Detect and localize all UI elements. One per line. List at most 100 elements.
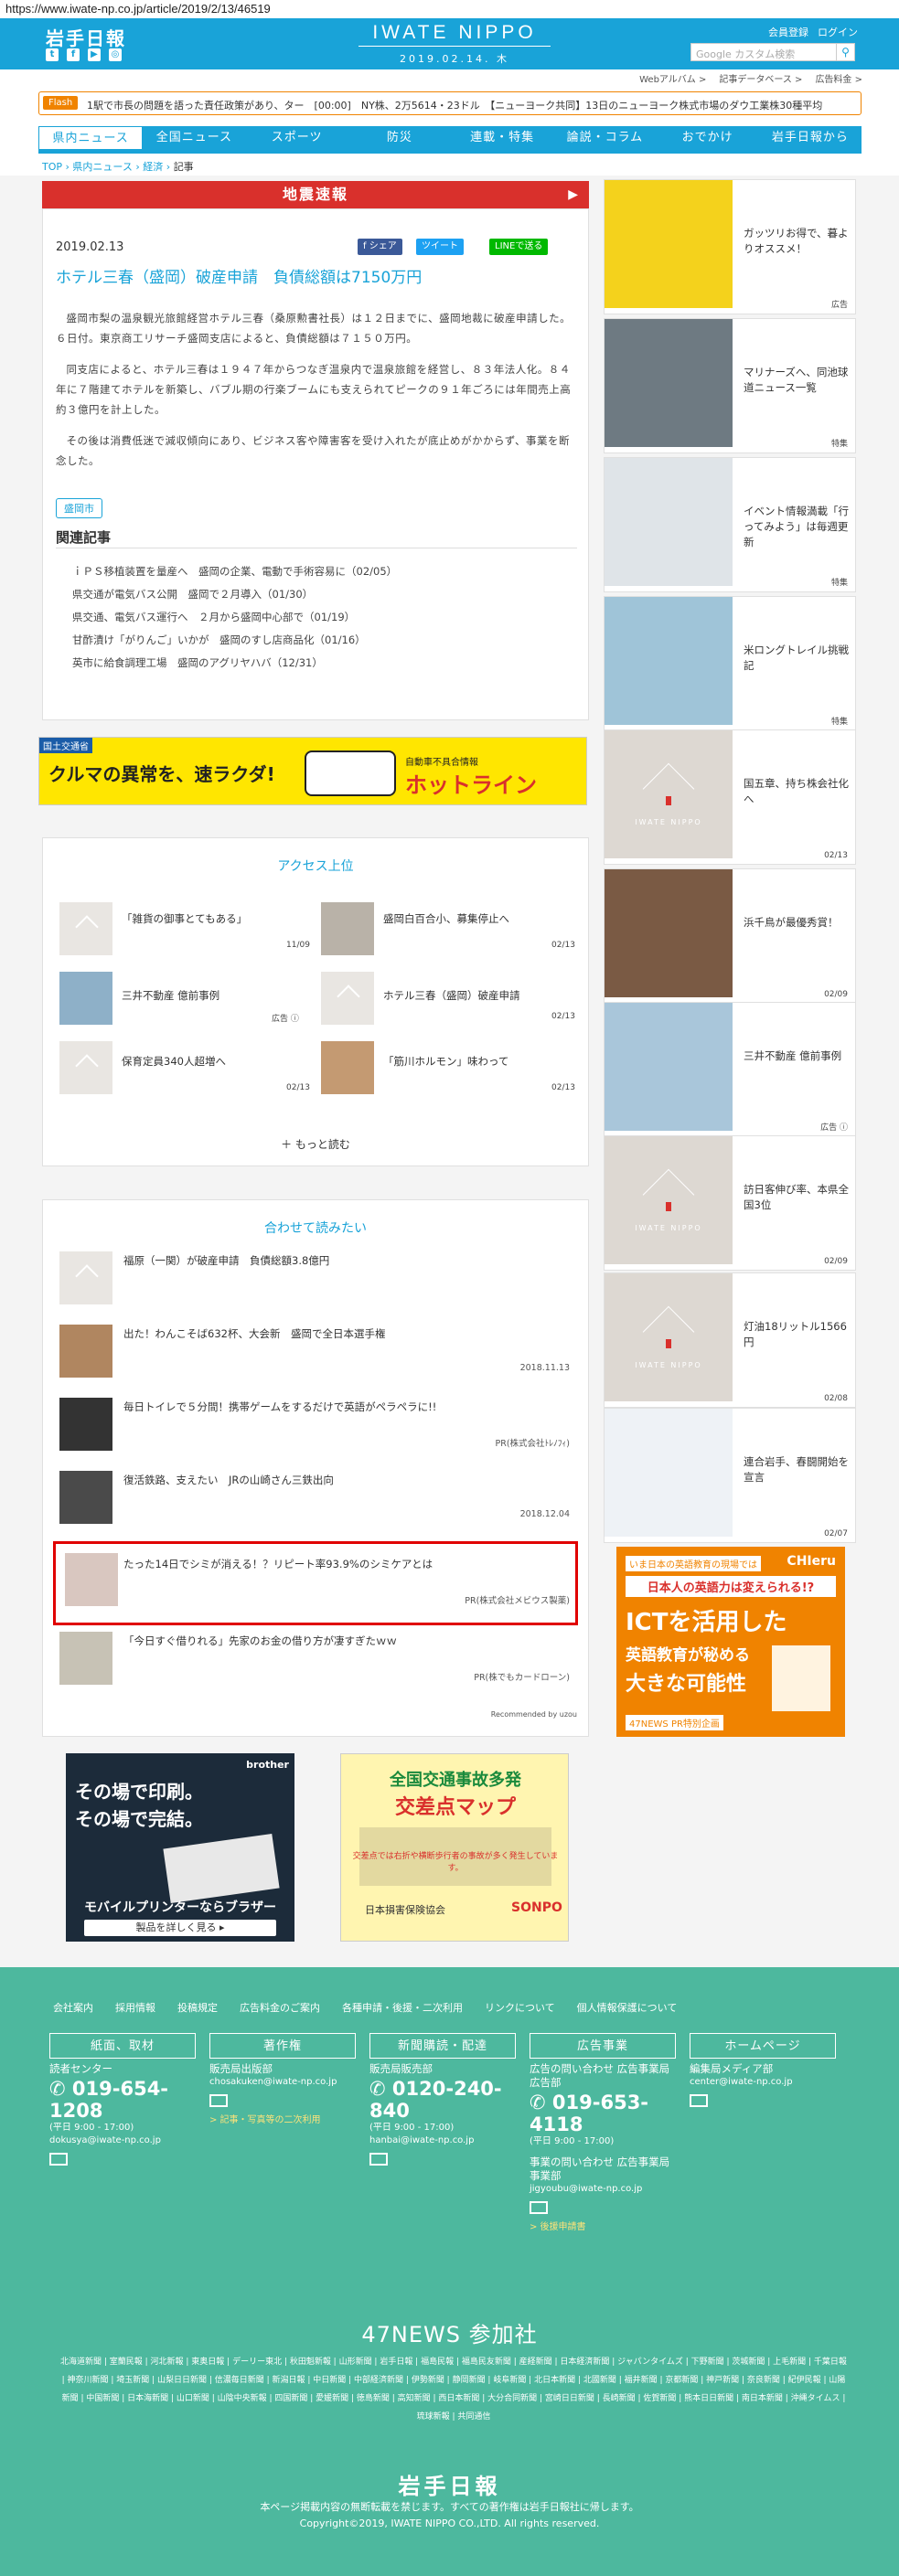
tab-national-news[interactable]: 全国ニュース — [143, 126, 245, 150]
related-link[interactable]: ｉＰＳ移植装置を量産へ 盛岡の企業、電動で手術容易に（02/05） — [72, 560, 397, 583]
breadcrumb-prefecture[interactable]: 県内ニュース — [72, 161, 132, 173]
login-link[interactable]: ログイン — [818, 25, 858, 39]
footer-link[interactable]: 各種申請・後援・二次利用 — [342, 2000, 463, 2015]
chieru-ad[interactable]: いま日本の英語教育の現場では CHIeru 日本人の英語力は変えられる!? IC… — [616, 1547, 845, 1737]
tab-features[interactable]: 連載・特集 — [451, 126, 553, 150]
breadcrumb-current: 記事 — [173, 161, 194, 173]
phone-number[interactable]: ✆ 0120-240-840 — [369, 2078, 516, 2122]
secondary-use-link[interactable]: > 記事・写真等の二次利用 — [209, 2112, 356, 2125]
email-address[interactable]: center@iwate-np.co.jp — [690, 2076, 836, 2089]
tag-morioka[interactable]: 盛岡市 — [56, 498, 102, 518]
recommend-item[interactable]: 出た！わんこそば632杯、大会新 盛岡で全日本選手権 2018.11.13 — [56, 1319, 575, 1385]
email-address[interactable]: jigyoubu@iwate-np.co.jp — [530, 2183, 676, 2196]
sidebar-item[interactable]: マリナーズへ、同池球道ニュース一覧 特集 — [604, 318, 856, 453]
phone-number[interactable]: ✆ 019-653-4118 — [530, 2092, 676, 2135]
sidebar-label: 広告 ⓘ — [820, 1123, 848, 1133]
read-more-button[interactable]: ＋ もっと読む — [43, 1136, 588, 1152]
access-item-title[interactable]: 「雑貨の御事とてもある」 — [122, 911, 247, 926]
sidebar-item[interactable]: 連合岩手、春闘開始を宣言 02/07 — [604, 1408, 856, 1543]
tab-disaster[interactable]: 防災 — [348, 126, 451, 150]
twitter-share-button[interactable]: ツイート — [416, 239, 464, 255]
recommend-item[interactable]: 毎日トイレで５分間！携帯ゲームをするだけで英語がペラペラに!! PR(株式会社ﾄ… — [56, 1392, 575, 1458]
article-thumbnail[interactable] — [59, 902, 112, 955]
related-link[interactable]: 甘酢漬け「がりんご」いかが 盛岡のすし店商品化（01/16） — [72, 629, 397, 652]
article-thumbnail[interactable] — [59, 1041, 112, 1094]
footer-link[interactable]: リンクについて — [485, 2000, 555, 2015]
sidebar-item[interactable]: イベント情報満載「行ってみよう」は毎週更新 特集 — [604, 457, 856, 592]
sidebar-item[interactable]: ガッツリお得で、暮よりオススメ！ 広告 — [604, 179, 856, 314]
register-link[interactable]: 会員登録 — [768, 25, 808, 39]
recommend-item[interactable]: 福原（一関）が破産申請 負債総額3.8億円 — [56, 1246, 575, 1312]
youtube-icon[interactable]: ▶ — [88, 48, 101, 61]
instagram-icon[interactable]: ◎ — [109, 48, 122, 61]
mail-icon[interactable] — [49, 2153, 68, 2166]
sonpo-ad[interactable]: 全国交通事故多発 交差点マップ 交差点では右折や横断歩行者の事故が多く発生してい… — [340, 1753, 569, 1942]
uzou-credit[interactable]: Recommended by uzou — [491, 1710, 577, 1719]
footer-link[interactable]: 採用情報 — [115, 2000, 155, 2015]
member-papers-list[interactable]: 北海道新聞 | 室蘭民報 | 河北新報 | 東奥日報 | デーリー東北 | 秋田… — [60, 2353, 847, 2426]
article-thumbnail[interactable] — [321, 1041, 374, 1094]
mail-icon[interactable] — [209, 2094, 228, 2107]
web-album-link[interactable]: Webアルバム > — [639, 71, 706, 85]
url-bar[interactable]: https://www.iwate-np.co.jp/article/2019/… — [0, 0, 899, 18]
sponsorship-link[interactable]: > 後援申請書 — [530, 2219, 676, 2232]
phone-icon: ✆ — [530, 2092, 546, 2113]
search-input[interactable]: Google カスタム検索 — [690, 43, 837, 61]
access-item-title[interactable]: 三井不動産 億前事例 — [122, 988, 219, 1003]
sidebar-item[interactable]: IWATE NIPPO 灯油18リットル1566円 02/08 — [604, 1272, 856, 1408]
related-link[interactable]: 県交通、電気バス運行へ ２月から盛岡中心部で（01/19） — [72, 606, 397, 629]
phone-number[interactable]: ✆ 019-654-1208 — [49, 2078, 196, 2122]
breadcrumb-top[interactable]: TOP — [42, 161, 62, 173]
tab-from-nippo[interactable]: 岩手日報から — [759, 126, 862, 150]
tab-prefecture-news[interactable]: 県内ニュース — [38, 126, 144, 150]
footer-link[interactable]: 投稿規定 — [177, 2000, 218, 2015]
related-link[interactable]: 英市に給食調理工場 盛岡のアグリヤハバ（12/31） — [72, 652, 397, 675]
access-item-title[interactable]: 保育定員340人超増へ — [122, 1054, 226, 1069]
facebook-icon[interactable]: f — [67, 48, 80, 61]
access-item-title[interactable]: ホテル三春（盛岡）破産申請 — [383, 988, 520, 1003]
sidebar-item[interactable]: 三井不動産 億前事例 広告 ⓘ — [604, 1002, 856, 1137]
ad-rates-link[interactable]: 広告料金 > — [815, 71, 862, 85]
earthquake-alert-bar[interactable]: 地震速報 ▶ — [42, 181, 589, 208]
flash-ticker[interactable]: Flash 1駅で市長の問題を語った責任政策があり、ター [00:00] NY株… — [38, 91, 862, 115]
sidebar-label: 特集 — [830, 440, 848, 449]
access-item-title[interactable]: 盛岡白百合小、募集停止へ — [383, 911, 509, 926]
brother-cta-button[interactable]: 製品を詳しく見る ▸ — [84, 1920, 276, 1936]
tab-columns[interactable]: 論説・コラム — [553, 126, 656, 150]
email-address[interactable]: chosakuken@iwate-np.co.jp — [209, 2076, 356, 2089]
sidebar-item[interactable]: IWATE NIPPO 国五章、持ち株会社化へ 02/13 — [604, 729, 856, 865]
sidebar-item[interactable]: IWATE NIPPO 訪日客伸び率、本県全国3位 02/09 — [604, 1135, 856, 1271]
article-db-link[interactable]: 記事データベース > — [719, 71, 802, 85]
sidebar-thumbnail — [605, 180, 733, 308]
footer-logo[interactable]: 岩手日報 — [0, 2468, 899, 2500]
twitter-icon[interactable]: t — [46, 48, 59, 61]
article-thumbnail[interactable] — [321, 902, 374, 955]
flash-text[interactable]: 1駅で市長の問題を語った責任政策があり、ター [00:00] NY株、2万561… — [87, 98, 822, 112]
tab-outings[interactable]: おでかけ — [657, 126, 759, 150]
recommend-item[interactable]: 復活鉄路、支えたい JRの山崎さん三鉄出向 2018.12.04 — [56, 1465, 575, 1531]
email-address[interactable]: dokusya@iwate-np.co.jp — [49, 2134, 196, 2147]
mail-icon[interactable] — [690, 2094, 708, 2107]
brand-name[interactable]: IWATE NIPPO — [359, 22, 551, 47]
article-thumbnail[interactable] — [59, 972, 112, 1025]
site-logo[interactable]: 岩手日報 — [46, 24, 126, 50]
footer-link[interactable]: 会社案内 — [53, 2000, 93, 2015]
footer-link[interactable]: 個人情報保護について — [577, 2000, 678, 2015]
mail-icon[interactable] — [369, 2153, 388, 2166]
access-item-title[interactable]: 「筋川ホルモン」味わって — [383, 1054, 508, 1069]
article-thumbnail[interactable] — [321, 972, 374, 1025]
sidebar-item[interactable]: 米ロングトレイル挑戦記 特集 — [604, 596, 856, 731]
mail-icon[interactable] — [530, 2201, 548, 2214]
tab-sports[interactable]: スポーツ — [246, 126, 348, 150]
hotline-ad-banner[interactable]: 国土交通省 クルマの異常を、速ラクダ! 自動車不具合情報 ホットライン — [38, 737, 587, 805]
breadcrumb-economy[interactable]: 経済 — [143, 161, 163, 173]
email-address[interactable]: hanbai@iwate-np.co.jp — [369, 2134, 516, 2147]
recommend-item[interactable]: 「今日すぐ借りれる」先家のお金の借り方が凄すぎたｗｗ PR(株でもカードローン) — [56, 1626, 575, 1692]
footer-link[interactable]: 広告料金のご案内 — [240, 2000, 320, 2015]
facebook-share-button[interactable]: f シェア — [358, 239, 402, 255]
related-link[interactable]: 県交通が電気バス公開 盛岡で２月導入（01/30） — [72, 583, 397, 606]
sidebar-item[interactable]: 浜千鳥が最優秀賞！ 02/09 — [604, 868, 856, 1004]
search-icon[interactable]: ⚲ — [837, 43, 855, 61]
line-share-button[interactable]: LINEで送る — [489, 239, 549, 255]
brother-ad[interactable]: brother その場で印刷。 その場で完結。 モバイルプリンターならブラザー … — [66, 1753, 294, 1942]
